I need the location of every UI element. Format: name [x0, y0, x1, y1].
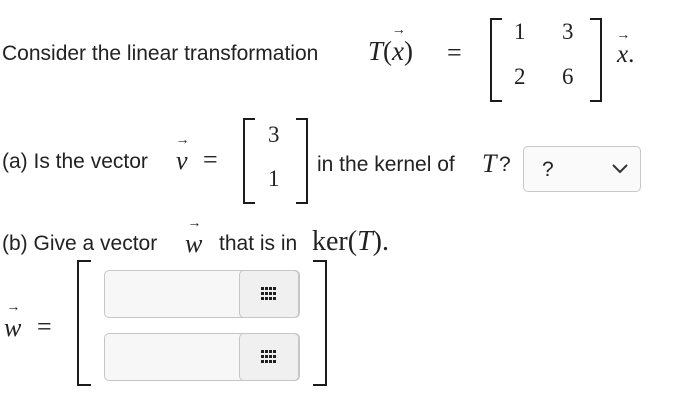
w-var: w: [185, 229, 202, 259]
intro-period: .: [628, 41, 635, 68]
lhs-equals: =: [37, 312, 52, 341]
keypad-button[interactable]: [239, 333, 299, 381]
select-value: ?: [542, 158, 554, 181]
answer-field-2[interactable]: [104, 333, 300, 381]
matrix-cell: 2: [514, 64, 526, 89]
vector-v-entry: 3: [268, 122, 280, 147]
T-symbol: T: [482, 149, 497, 178]
ker-text: ker: [312, 226, 348, 257]
vector-right-bracket: [296, 118, 308, 204]
w-var: w: [4, 313, 21, 343]
answer-right-bracket: [313, 260, 327, 386]
vector-v-entry: 1: [268, 166, 280, 191]
vector-x-symbol: x: [392, 36, 404, 67]
keypad-icon: [261, 350, 277, 364]
period: .: [382, 226, 389, 257]
vector-left-bracket: [243, 118, 255, 204]
keypad-icon: [261, 287, 277, 301]
part-a-kernel-T: T: [482, 148, 496, 179]
part-a-prefix: (a) Is the vector: [2, 150, 148, 173]
intro-tail: x.: [617, 40, 634, 69]
matrix-cell: 6: [562, 64, 574, 89]
part-b-prefix: (b) Give a vector: [2, 232, 158, 255]
answer-field-1[interactable]: [104, 270, 300, 318]
v-var: v: [176, 146, 188, 176]
matrix-cell: 3: [562, 19, 574, 44]
transformation-expression: T(x): [368, 36, 413, 67]
lhs-w-symbol: w: [4, 312, 21, 343]
vector-x-symbol: x: [617, 41, 628, 69]
kernel-expression: ker(T).: [312, 226, 389, 257]
matrix-left-bracket: [490, 18, 502, 102]
vector-w-symbol: w: [185, 228, 202, 259]
kernel-answer-select[interactable]: ?: [523, 146, 641, 192]
T-symbol: T: [357, 226, 373, 257]
transformation-symbol: T: [368, 36, 384, 66]
part-a-question-mark: ?: [499, 153, 511, 176]
matrix-cell: 1: [514, 19, 526, 44]
part-a-equals: =: [203, 145, 218, 174]
chevron-down-icon: [612, 164, 628, 174]
intro-text: Consider the linear transformation: [2, 42, 319, 65]
keypad-button[interactable]: [239, 270, 299, 318]
part-a-suffix: in the kernel of: [317, 153, 455, 176]
matrix-right-bracket: [590, 18, 602, 102]
intro-equals: =: [447, 38, 462, 67]
vector-v-symbol: v: [176, 145, 188, 176]
part-b-suffix: that is in: [219, 232, 298, 255]
answer-left-bracket: [77, 260, 91, 386]
